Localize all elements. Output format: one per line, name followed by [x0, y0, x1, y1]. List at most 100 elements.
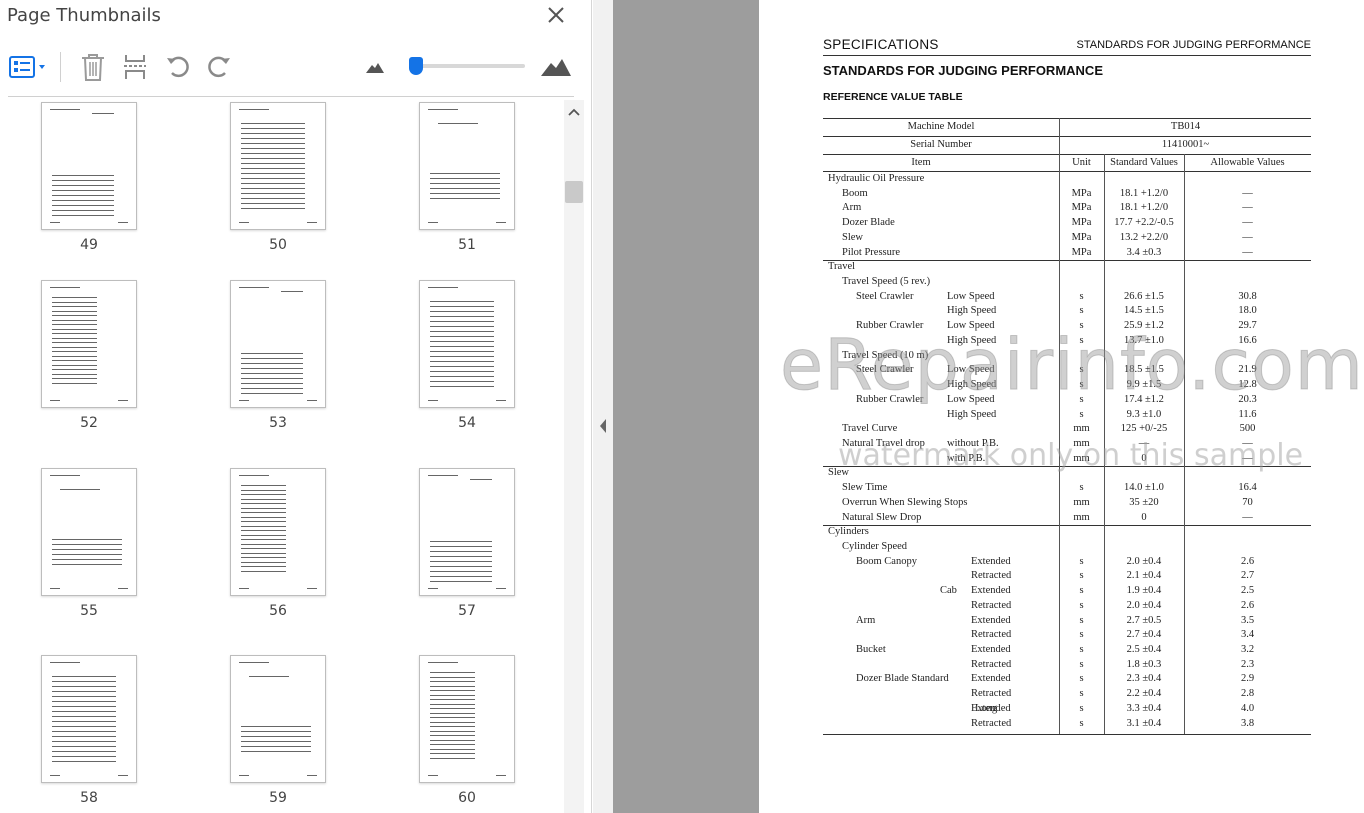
table-rule [823, 136, 1311, 137]
zoom-out-button[interactable] [362, 50, 388, 84]
table-condition-label: Retracted [971, 599, 1012, 611]
vertical-scrollbar[interactable] [564, 100, 584, 813]
table-allowable-value: — [1242, 217, 1253, 229]
table-allowable-value: 2.3 [1240, 658, 1255, 670]
panel-splitter[interactable] [593, 0, 613, 813]
table-standard-value: 2.3 ±0.4 [1126, 673, 1162, 685]
thumbnail-content-line [430, 321, 494, 322]
table-standard-value: 35 ±20 [1129, 496, 1159, 508]
table-item-label: Steel Crawler [856, 290, 914, 302]
thumbnail-content-line [430, 676, 475, 678]
thumbnail-content-line [241, 208, 305, 209]
thumbnail-content-line [52, 696, 116, 697]
thumbnail-content-line [430, 576, 492, 577]
rotate-counterclockwise-button[interactable] [161, 50, 195, 84]
rotate-clockwise-button[interactable] [202, 50, 236, 84]
table-unit-value: s [1079, 408, 1084, 420]
scroll-up-button[interactable] [564, 103, 584, 121]
close-panel-button[interactable] [544, 3, 568, 27]
thumbnail-scroll-area[interactable]: 49 50 51 52 53 54 55 56 57 58 59 60 [0, 98, 584, 813]
page-thumbnail[interactable] [419, 280, 515, 408]
table-standard-value: 1.9 ±0.4 [1126, 585, 1162, 597]
thumbnail-content-line [241, 373, 303, 374]
thumbnail-content-line [241, 731, 311, 732]
thumbnail-content-line [430, 735, 475, 736]
table-standard-value: 9.3 ±1.0 [1126, 408, 1162, 420]
page-thumbnail[interactable] [419, 468, 515, 596]
thumbnail-page-number: 57 [458, 603, 476, 619]
page-thumbnail[interactable] [41, 280, 137, 408]
table-item-label: Cylinder Speed [842, 541, 908, 552]
thumbnail-content-line [241, 188, 305, 189]
thumbnail-content-line [52, 175, 114, 176]
thumbnail-content-line [430, 681, 475, 682]
thumbnail-content-line [430, 331, 494, 332]
thumbnail-options-button[interactable] [6, 50, 50, 84]
table-condition-label: Retracted [971, 570, 1012, 582]
table-standard-value: 125 +0/-25 [1120, 423, 1168, 435]
table-allowable-value: 70 [1242, 496, 1253, 508]
table-unit-value: s [1079, 555, 1084, 567]
thumbnail-content-line [430, 744, 475, 745]
thumbnail-content-line [430, 721, 475, 723]
delete-pages-button[interactable] [76, 50, 110, 84]
thumbnail-content-line [241, 503, 286, 504]
thumbnail-content-line [52, 691, 116, 692]
thumbnail-content-line [430, 386, 494, 387]
page-thumbnail[interactable] [230, 102, 326, 230]
zoom-in-button[interactable] [538, 50, 574, 84]
thumbnail-content-line [241, 388, 303, 389]
thumbnail-content-line [430, 326, 494, 327]
thumbnail-content-line [241, 193, 305, 194]
thumbnail-page-number: 55 [80, 603, 98, 619]
thumbnail-content-line [430, 316, 494, 317]
thumbnail-content-line [430, 381, 494, 382]
thumbnail-content-line [428, 222, 438, 223]
thumbnail-content-line [50, 287, 80, 288]
thumbnail-content-line [241, 557, 286, 558]
thumbnail-content-line [52, 210, 114, 211]
thumbnail-page-number: 60 [458, 790, 476, 806]
page-thumbnail[interactable] [41, 468, 137, 596]
page-thumbnail[interactable] [230, 280, 326, 408]
zoom-slider-track[interactable] [410, 64, 525, 68]
page-thumbnail[interactable] [230, 655, 326, 783]
collapse-panel-icon[interactable] [598, 418, 608, 434]
thumbnail-content-line [52, 364, 97, 366]
thumbnail-content-line [52, 337, 97, 339]
table-standard-value: 3.4 ±0.3 [1126, 246, 1162, 258]
table-condition-label: Retracted [971, 658, 1012, 670]
insert-pages-button[interactable] [118, 50, 152, 84]
table-unit-value: s [1079, 644, 1084, 656]
page-thumbnail[interactable] [419, 655, 515, 783]
thumbnail-content-line [52, 544, 122, 545]
thumbnail-content-line [92, 113, 114, 114]
thumbnail-content-line [52, 756, 116, 757]
table-standard-value: 2.0 ±0.4 [1126, 555, 1162, 567]
table-allowable-value: 2.7 [1240, 570, 1255, 582]
thumbnail-content-line [52, 681, 116, 682]
page-thumbnail[interactable] [419, 102, 515, 230]
table-allowable-value: 2.8 [1240, 688, 1255, 700]
thumbnail-content-line [430, 703, 475, 705]
thumbnail-content-line [50, 662, 80, 663]
thumbnail-content-line [241, 489, 286, 491]
scrollbar-thumb[interactable] [565, 181, 583, 203]
thumbnail-page-number: 49 [80, 237, 98, 253]
page-thumbnail[interactable] [41, 655, 137, 783]
table-item-label: Overrun When Slewing Stops [842, 496, 968, 508]
thumbnail-content-line [52, 564, 122, 565]
document-page[interactable]: SPECIFICATIONS STANDARDS FOR JUDGING PER… [759, 0, 1364, 813]
thumbnail-content-line [438, 123, 478, 124]
thumbnail-content-line [239, 109, 269, 110]
zoom-slider-handle[interactable] [409, 57, 423, 75]
table-condition-label: Retracted [971, 688, 1012, 700]
thumbnail-content-line [52, 205, 114, 206]
thumbnail-page-number: 52 [80, 415, 98, 431]
page-thumbnail[interactable] [41, 102, 137, 230]
thumbnail-content-line [307, 222, 317, 223]
thumbnail-content-line [428, 287, 458, 288]
thumbnail-content-line [239, 475, 269, 476]
table-allowable-value: 3.8 [1240, 717, 1255, 729]
page-thumbnail[interactable] [230, 468, 326, 596]
